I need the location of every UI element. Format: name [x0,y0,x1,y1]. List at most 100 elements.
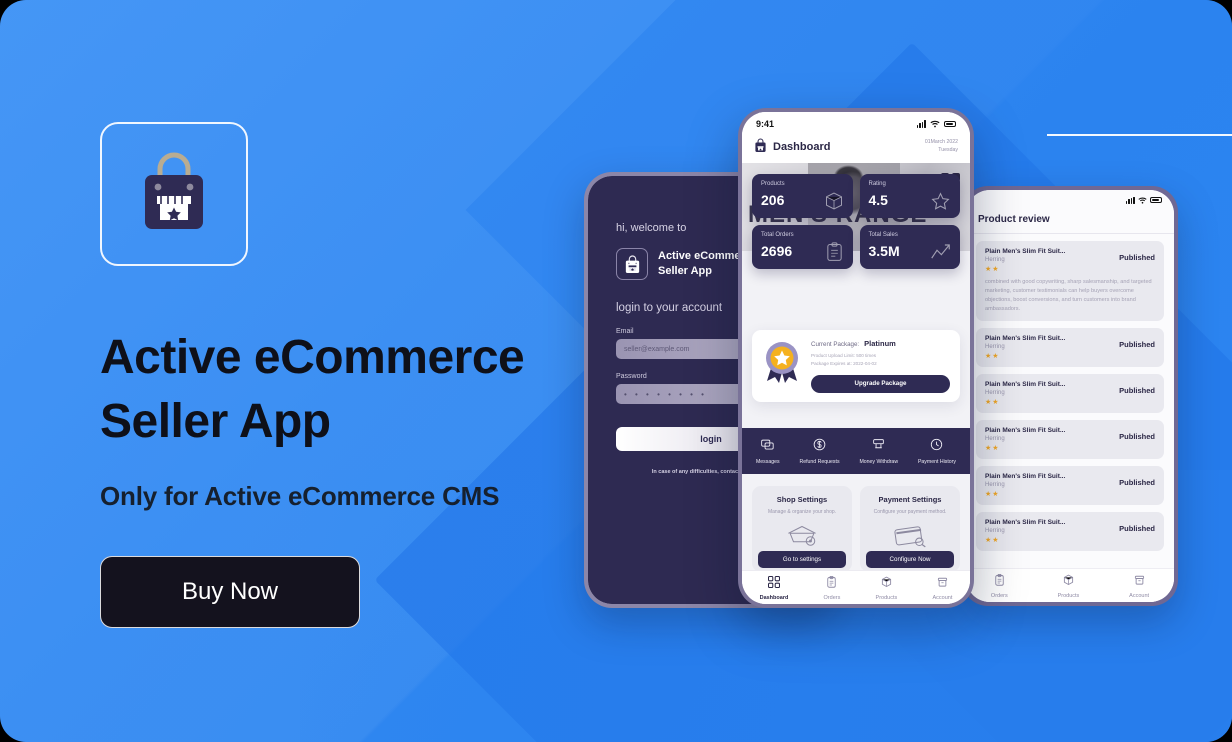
battery-icon [1150,197,1162,203]
archive-icon [1134,573,1145,590]
quick-action-label: Refund Requests [799,458,840,465]
nav-item-orders[interactable]: Orders [824,575,840,601]
dashboard-status-bar: 9:41 [742,112,970,136]
payment-history-icon [930,438,943,455]
quick-actions-bar: Messages Refund Requests Money Withdraw … [742,428,970,474]
package-meta: Product Upload Limit: 500 times Package … [811,352,950,368]
stat-value: 4.5 [868,192,888,208]
nav-item-account[interactable]: Account [1129,573,1149,599]
star-icon [930,181,951,217]
settings-cards: Shop Settings Manage & organize your sho… [752,486,960,572]
dashboard-title-group: Dashboard [754,138,830,156]
review-author: Herring [985,257,1005,263]
box-icon [1063,573,1074,590]
shop-gear-icon [760,522,844,553]
status-badge: Published [1119,431,1155,441]
shopping-bag-icon [616,248,648,280]
date-value: 01March 2022 [924,139,958,146]
current-package-card: Current Package: Platinum Product Upload … [752,330,960,402]
card-description: Configure your payment method. [873,509,947,515]
dashboard-bottom-nav: Dashboard Orders Products Account [742,570,970,604]
list-item[interactable]: Plain Men's Slim Fit Suit... Herring ★★ … [976,241,1164,321]
star-rating-icon: ★★ [985,266,1000,273]
nav-item-orders[interactable]: Orders [991,573,1008,599]
review-author: Herring [985,527,1005,534]
stat-value: 3.5M [868,243,900,259]
review-product-name: Plain Men's Slim Fit Suit... [985,518,1066,526]
shop-settings-card[interactable]: Shop Settings Manage & organize your sho… [752,486,852,572]
nav-label: Dashboard [759,594,789,601]
buy-now-button[interactable]: Buy Now [100,555,360,628]
nav-label: Products [1057,592,1080,599]
wifi-icon [1138,191,1147,209]
review-product-name: Plain Men's Slim Fit Suit... [985,380,1066,388]
quick-action-messages[interactable]: Messages [756,438,780,465]
page-title: Active eCommerce Seller App [100,326,580,455]
stat-cards: Products 206 Rating 4.5 Total Orders 269… [742,174,970,269]
quick-action-payment-history[interactable]: Payment History [918,438,956,465]
quick-action-refund-requests[interactable]: Refund Requests [799,438,840,465]
nav-item-dashboard[interactable]: Dashboard [759,575,789,601]
stat-card-products[interactable]: Products 206 [752,174,853,218]
headline-line-2: Seller App [100,395,331,449]
dollar-circle-icon [813,438,826,455]
stat-card-total-orders[interactable]: Total Orders 2696 [752,225,853,269]
nav-item-account[interactable]: Account [932,575,952,601]
stat-value: 206 [761,192,785,208]
configure-now-button[interactable]: Configure Now [866,551,954,568]
clipboard-list-icon [825,232,844,267]
credit-card-icon [868,522,952,553]
review-product-name: Plain Men's Slim Fit Suit... [985,426,1066,434]
go-to-settings-button[interactable]: Go to settings [758,551,846,568]
review-author: Herring [985,481,1005,488]
star-rating-icon: ★★ [985,398,1000,406]
nav-item-products[interactable]: Products [1057,573,1080,599]
list-item[interactable]: Plain Men's Slim Fit Suit... Herring ★★ … [976,465,1164,505]
box-icon [824,181,844,216]
award-ribbon-icon [762,339,802,388]
review-phone-mockup: Product review Plain Men's Slim Fit Suit… [962,186,1178,606]
package-expires: Package Expires at: 2022-04-02 [811,360,877,366]
card-description: Manage & organize your shop. [767,509,837,515]
signal-bars-icon [1125,196,1135,204]
upgrade-package-button[interactable]: Upgrade Package [811,374,950,393]
grid-icon [767,575,780,592]
clipboard-icon [826,575,837,592]
package-upload-limit: Product Upload Limit: 500 times [811,353,877,358]
payment-settings-card[interactable]: Payment Settings Configure your payment … [860,486,960,572]
login-app-name-line2: Seller App [658,265,712,277]
shopping-bag-icon [754,138,767,156]
nav-label: Products [875,594,898,601]
trend-line-icon [930,232,951,267]
password-value: • • • • • • • • [624,389,707,399]
stat-card-total-sales[interactable]: Total Sales 3.5M [859,225,960,269]
status-badge: Published [1119,477,1155,487]
quick-action-label: Payment History [917,458,957,465]
status-system-icons [916,115,956,133]
stat-card-rating[interactable]: Rating 4.5 [859,174,960,218]
email-placeholder: seller@example.com [624,345,690,353]
box-icon [881,575,892,592]
list-item[interactable]: Plain Men's Slim Fit Suit... Herring ★★ … [976,511,1164,551]
package-line: Current Package: Platinum [811,339,950,348]
nav-item-products[interactable]: Products [875,575,898,601]
review-page-title: Product review [966,210,1174,234]
decorative-rule [1047,134,1232,136]
shopping-bag-store-icon [137,151,211,238]
screenshot-frame: Active eCommerce Seller App Only for Acti… [0,0,1232,742]
page-title: Dashboard [773,141,831,153]
list-item[interactable]: Plain Men's Slim Fit Suit... Herring ★★ … [976,373,1164,413]
stat-label: Products [761,181,785,187]
status-badge: Published [1119,523,1155,533]
atm-withdraw-icon [872,438,885,455]
list-item[interactable]: Plain Men's Slim Fit Suit... Herring ★★ … [976,419,1164,459]
battery-icon [944,121,956,127]
quick-action-money-withdraw[interactable]: Money Withdraw [859,438,898,465]
status-time: 9:41 [756,119,775,129]
archive-icon [937,575,948,592]
star-rating-icon: ★★ [985,536,1000,544]
dashboard-screen: 9:41 Dashboard 01March 2022 Tuesday Prod… [742,112,970,604]
stat-value: 2696 [761,243,793,259]
nav-label: Orders [990,592,1008,599]
list-item[interactable]: Plain Men's Slim Fit Suit... Herring ★★ … [976,327,1164,367]
